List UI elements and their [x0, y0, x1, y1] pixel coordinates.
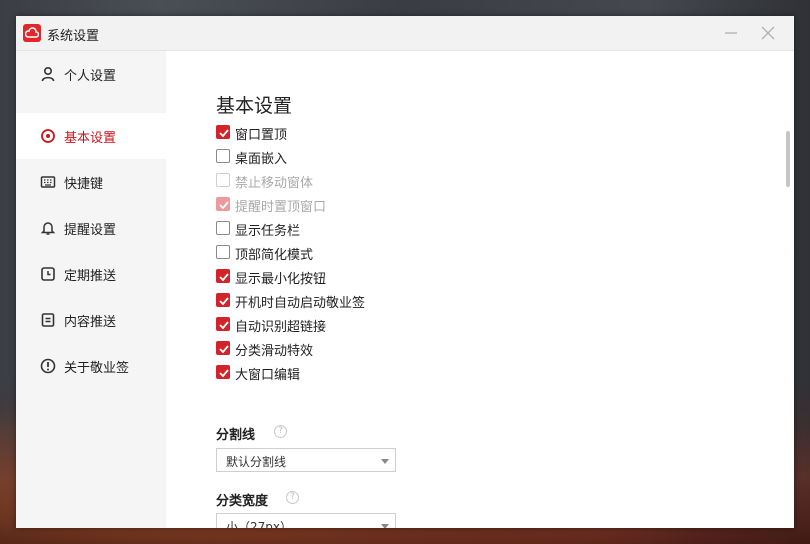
- settings-content: 基本设置 窗口置顶 桌面嵌入 禁止移动窗体 提醒时置顶窗口 显示任务栏 顶部简化…: [166, 51, 794, 528]
- sidebar-item-basic[interactable]: 基本设置: [16, 113, 166, 159]
- checkbox[interactable]: [216, 269, 230, 283]
- sidebar-item-personal[interactable]: 个人设置: [16, 51, 166, 97]
- option-label: 提醒时置顶窗口: [235, 200, 327, 215]
- clock-icon: [41, 267, 55, 281]
- settings-ring-icon: [41, 129, 55, 143]
- sidebar-item-label: 快捷键: [64, 177, 104, 192]
- checkbox[interactable]: [216, 125, 230, 139]
- category-width-select-value: 小（27px）: [226, 520, 292, 528]
- checkbox[interactable]: [216, 341, 230, 355]
- sidebar-item-label: 基本设置: [64, 131, 117, 146]
- divider-select-value: 默认分割线: [226, 455, 287, 469]
- option-label: 桌面嵌入: [235, 152, 288, 167]
- page-title: 基本设置: [216, 95, 293, 117]
- keyboard-icon: [40, 176, 56, 188]
- divider-select[interactable]: 默认分割线: [216, 448, 396, 472]
- option-label: 自动识别超链接: [235, 320, 327, 335]
- sidebar-item-shortcuts[interactable]: 快捷键: [16, 159, 166, 205]
- sidebar-item-reminders[interactable]: 提醒设置: [16, 205, 166, 251]
- minimize-button[interactable]: [722, 24, 740, 42]
- category-width-label: 分类宽度: [216, 494, 269, 509]
- checkbox[interactable]: [216, 149, 230, 163]
- sidebar-item-label: 定期推送: [64, 269, 117, 284]
- settings-window: 系统设置 个人设置 基本设置 快捷键 提醒设置 定期推送 内容推送 关于敬业签 …: [16, 16, 794, 528]
- close-button[interactable]: [759, 24, 777, 42]
- checkbox[interactable]: [216, 317, 230, 331]
- option-label: 禁止移动窗体: [235, 176, 314, 191]
- cloud-app-icon: [23, 24, 41, 42]
- sidebar-item-label: 提醒设置: [64, 223, 117, 238]
- chevron-down-icon: [381, 524, 389, 528]
- sidebar-item-scheduled-push[interactable]: 定期推送: [16, 251, 166, 297]
- help-icon[interactable]: ?: [274, 425, 287, 438]
- sidebar-item-content-push[interactable]: 内容推送: [16, 297, 166, 343]
- bell-icon: [40, 222, 56, 235]
- checkbox: [216, 197, 230, 211]
- option-label: 显示任务栏: [235, 224, 301, 239]
- checkbox[interactable]: [216, 293, 230, 307]
- help-icon[interactable]: ?: [286, 491, 299, 504]
- option-label: 开机时自动启动敬业签: [235, 296, 366, 311]
- option-label: 窗口置顶: [235, 128, 288, 143]
- checkbox: [216, 173, 230, 187]
- option-label: 顶部简化模式: [235, 248, 314, 263]
- option-label: 显示最小化按钮: [235, 272, 327, 287]
- option-label: 分类滑动特效: [235, 344, 314, 359]
- checkbox[interactable]: [216, 365, 230, 379]
- scrollbar[interactable]: [786, 131, 790, 187]
- sidebar-item-label: 个人设置: [64, 69, 117, 84]
- sidebar-item-about[interactable]: 关于敬业签: [16, 343, 166, 389]
- sidebar-item-label: 内容推送: [64, 315, 117, 330]
- divider-label: 分割线: [216, 428, 256, 443]
- sidebar-item-label: 关于敬业签: [64, 361, 130, 376]
- user-icon: [41, 66, 55, 82]
- window-title: 系统设置: [47, 29, 100, 44]
- title-bar: 系统设置: [16, 16, 794, 51]
- option-label: 大窗口编辑: [235, 368, 301, 383]
- document-icon: [41, 313, 55, 327]
- close-icon: [761, 26, 775, 40]
- checkbox[interactable]: [216, 245, 230, 259]
- checkbox[interactable]: [216, 221, 230, 235]
- sidebar: 个人设置 基本设置 快捷键 提醒设置 定期推送 内容推送 关于敬业签: [16, 51, 166, 528]
- info-icon: [40, 358, 56, 374]
- category-width-select[interactable]: 小（27px）: [216, 513, 396, 528]
- chevron-down-icon: [381, 459, 389, 464]
